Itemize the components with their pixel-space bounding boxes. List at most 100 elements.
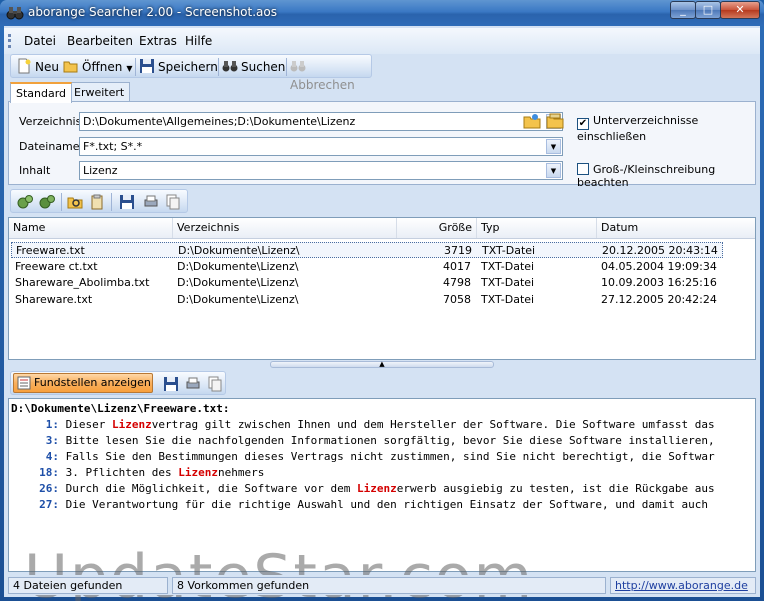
tab-erweitert[interactable]: Erweitert [68,82,131,102]
content-value: Lizenz [83,164,118,177]
cell-date: 20.12.2005 20:43:14 [602,244,718,257]
subdirs-label: Unterverzeichnisse einschließen [577,114,699,143]
cell-name: Freeware ct.txt [15,260,98,273]
cell-type: TXT-Datei [482,244,536,257]
save-label: Speichern [158,60,218,74]
menu-datei[interactable]: Datei [24,34,56,48]
preview-line: 26: Durch die Möglichkeit, die Software … [9,482,715,495]
toolbar-separator [111,193,112,211]
preview-line: 3: Bitte lesen Sie die nachfolgenden Inf… [9,434,715,447]
directory-combo[interactable]: D:\Dokumente\Allgemeines;D:\Dokumente\Li… [79,112,563,131]
cell-date: 04.05.2004 19:09:34 [601,260,717,273]
preview-line: 1: Dieser Lizenzvertrag gilt zwischen Ih… [9,418,715,431]
case-checkbox[interactable]: Groß-/Kleinschreibung beachten [577,163,755,189]
case-label: Groß-/Kleinschreibung beachten [577,163,716,189]
close-button[interactable]: ✕ [720,1,760,19]
search-label: Suchen [241,60,286,74]
line-text: 3. Pflichten des [65,466,179,479]
clipboard-icon[interactable] [89,194,105,210]
subdirs-checkbox[interactable]: ✔ Unterverzeichnisse einschließen [577,114,755,143]
menu-hilfe[interactable]: Hilfe [185,34,212,48]
cancel-button[interactable]: Abbrechen [290,58,371,92]
toolbar-separator [218,58,219,76]
maximize-button[interactable]: □ [695,1,721,19]
copy-icon[interactable] [165,194,181,210]
filename-combo[interactable]: F*.txt; S*.* ▼ [79,137,563,156]
menu-bar: Datei Bearbeiten Extras Hilfe [4,28,760,54]
window-title: aborange Searcher 2.00 - Screenshot.aos [28,5,277,19]
line-highlight: Lizenz [111,418,152,431]
gears-alt-icon[interactable] [39,194,55,210]
col-name[interactable]: Name [9,218,173,238]
cell-name: Freeware.txt [16,244,85,257]
line-highlight: Lizenz [178,466,218,479]
col-directory[interactable]: Verzeichnis [173,218,397,238]
results-header: Name Verzeichnis Größe Typ Datum [9,218,755,239]
cell-directory: D:\Dokumente\Lizenz\ [178,244,300,257]
website-link[interactable]: http://www.aborange.de [615,579,748,592]
line-text: Dieser [65,418,112,431]
content-combo[interactable]: Lizenz ▼ [79,161,563,180]
open-button[interactable]: Öffnen ▼ [63,58,132,76]
save-icon [140,59,154,73]
cell-type: TXT-Datei [481,293,535,306]
table-row[interactable]: Freeware ct.txt D:\Dokumente\Lizenz\ 401… [11,259,723,275]
table-row[interactable]: Freeware.txt D:\Dokumente\Lizenz\ 3719 T… [11,242,723,258]
directory-value: D:\Dokumente\Allgemeines;D:\Dokumente\Li… [83,115,356,128]
checkbox-unchecked-icon[interactable] [577,163,589,175]
browse-folder-icon[interactable] [523,112,541,129]
title-bar[interactable]: aborange Searcher 2.00 - Screenshot.aos … [0,0,764,26]
table-row[interactable]: Shareware_Abolimba.txt D:\Dokumente\Lize… [11,275,723,291]
new-button[interactable]: Neu [16,58,59,76]
save-icon[interactable] [163,376,179,392]
chevron-down-icon[interactable]: ▼ [126,64,132,73]
line-text: Die Verantwortung für die richtige Auswa… [65,498,709,511]
line-number: 27: [39,498,59,511]
status-files: 4 Dateien gefunden [8,577,168,594]
save-button[interactable]: Speichern [139,58,218,76]
copy-icon[interactable] [207,376,223,392]
preview-toolbar: Fundstellen anzeigen [10,371,226,395]
col-date[interactable]: Datum [597,218,755,238]
client-area: Datei Bearbeiten Extras Hilfe Neu Öffnen… [4,26,760,601]
directory-label: Verzeichnis [19,115,82,128]
save-icon[interactable] [119,194,135,210]
content-label: Inhalt [19,164,51,177]
menu-extras[interactable]: Extras [139,34,177,48]
col-type[interactable]: Typ [477,218,597,238]
binoculars-icon [6,7,24,20]
preview-line: 4: Falls Sie den Bestimmungen dieses Ver… [9,450,715,463]
line-number: 4: [45,450,59,463]
print-icon[interactable] [143,194,159,210]
toolbar-separator [286,58,287,76]
tab-standard[interactable]: Standard [10,82,73,103]
search-folder-icon[interactable] [67,194,83,210]
minimize-button[interactable]: _ [670,1,696,19]
table-row[interactable]: Shareware.txt D:\Dokumente\Lizenz\ 7058 … [11,292,723,308]
chevron-up-icon: ▲ [379,360,385,368]
cell-size: 3719 [444,244,472,257]
col-size[interactable]: Größe [397,218,477,238]
show-matches-button[interactable]: Fundstellen anzeigen [13,373,153,393]
menu-bearbeiten[interactable]: Bearbeiten [67,34,133,48]
chevron-down-icon[interactable]: ▼ [546,139,561,154]
line-number: 18: [39,466,59,479]
results-list[interactable]: Name Verzeichnis Größe Typ Datum Freewar… [8,217,756,360]
cell-directory: D:\Dokumente\Lizenz\ [177,276,299,289]
chevron-down-icon[interactable]: ▼ [546,163,561,178]
gears-icon[interactable] [17,194,33,210]
filename-value: F*.txt; S*.* [83,140,143,153]
status-matches: 8 Vorkommen gefunden [172,577,606,594]
status-url: http://www.aborange.de [610,577,756,594]
print-icon[interactable] [185,376,201,392]
cell-directory: D:\Dokumente\Lizenz\ [177,293,299,306]
search-button[interactable]: Suchen [222,58,285,76]
cell-name: Shareware.txt [15,293,93,306]
checkbox-checked-icon[interactable]: ✔ [577,118,589,130]
splitter-handle[interactable]: ▲ [270,361,494,368]
line-text-rest: nehmers [217,466,265,479]
grip-icon[interactable] [8,34,11,48]
cell-date: 10.09.2003 16:25:16 [601,276,717,289]
cancel-binoculars-icon [290,61,306,72]
folder-list-icon[interactable] [546,112,564,129]
